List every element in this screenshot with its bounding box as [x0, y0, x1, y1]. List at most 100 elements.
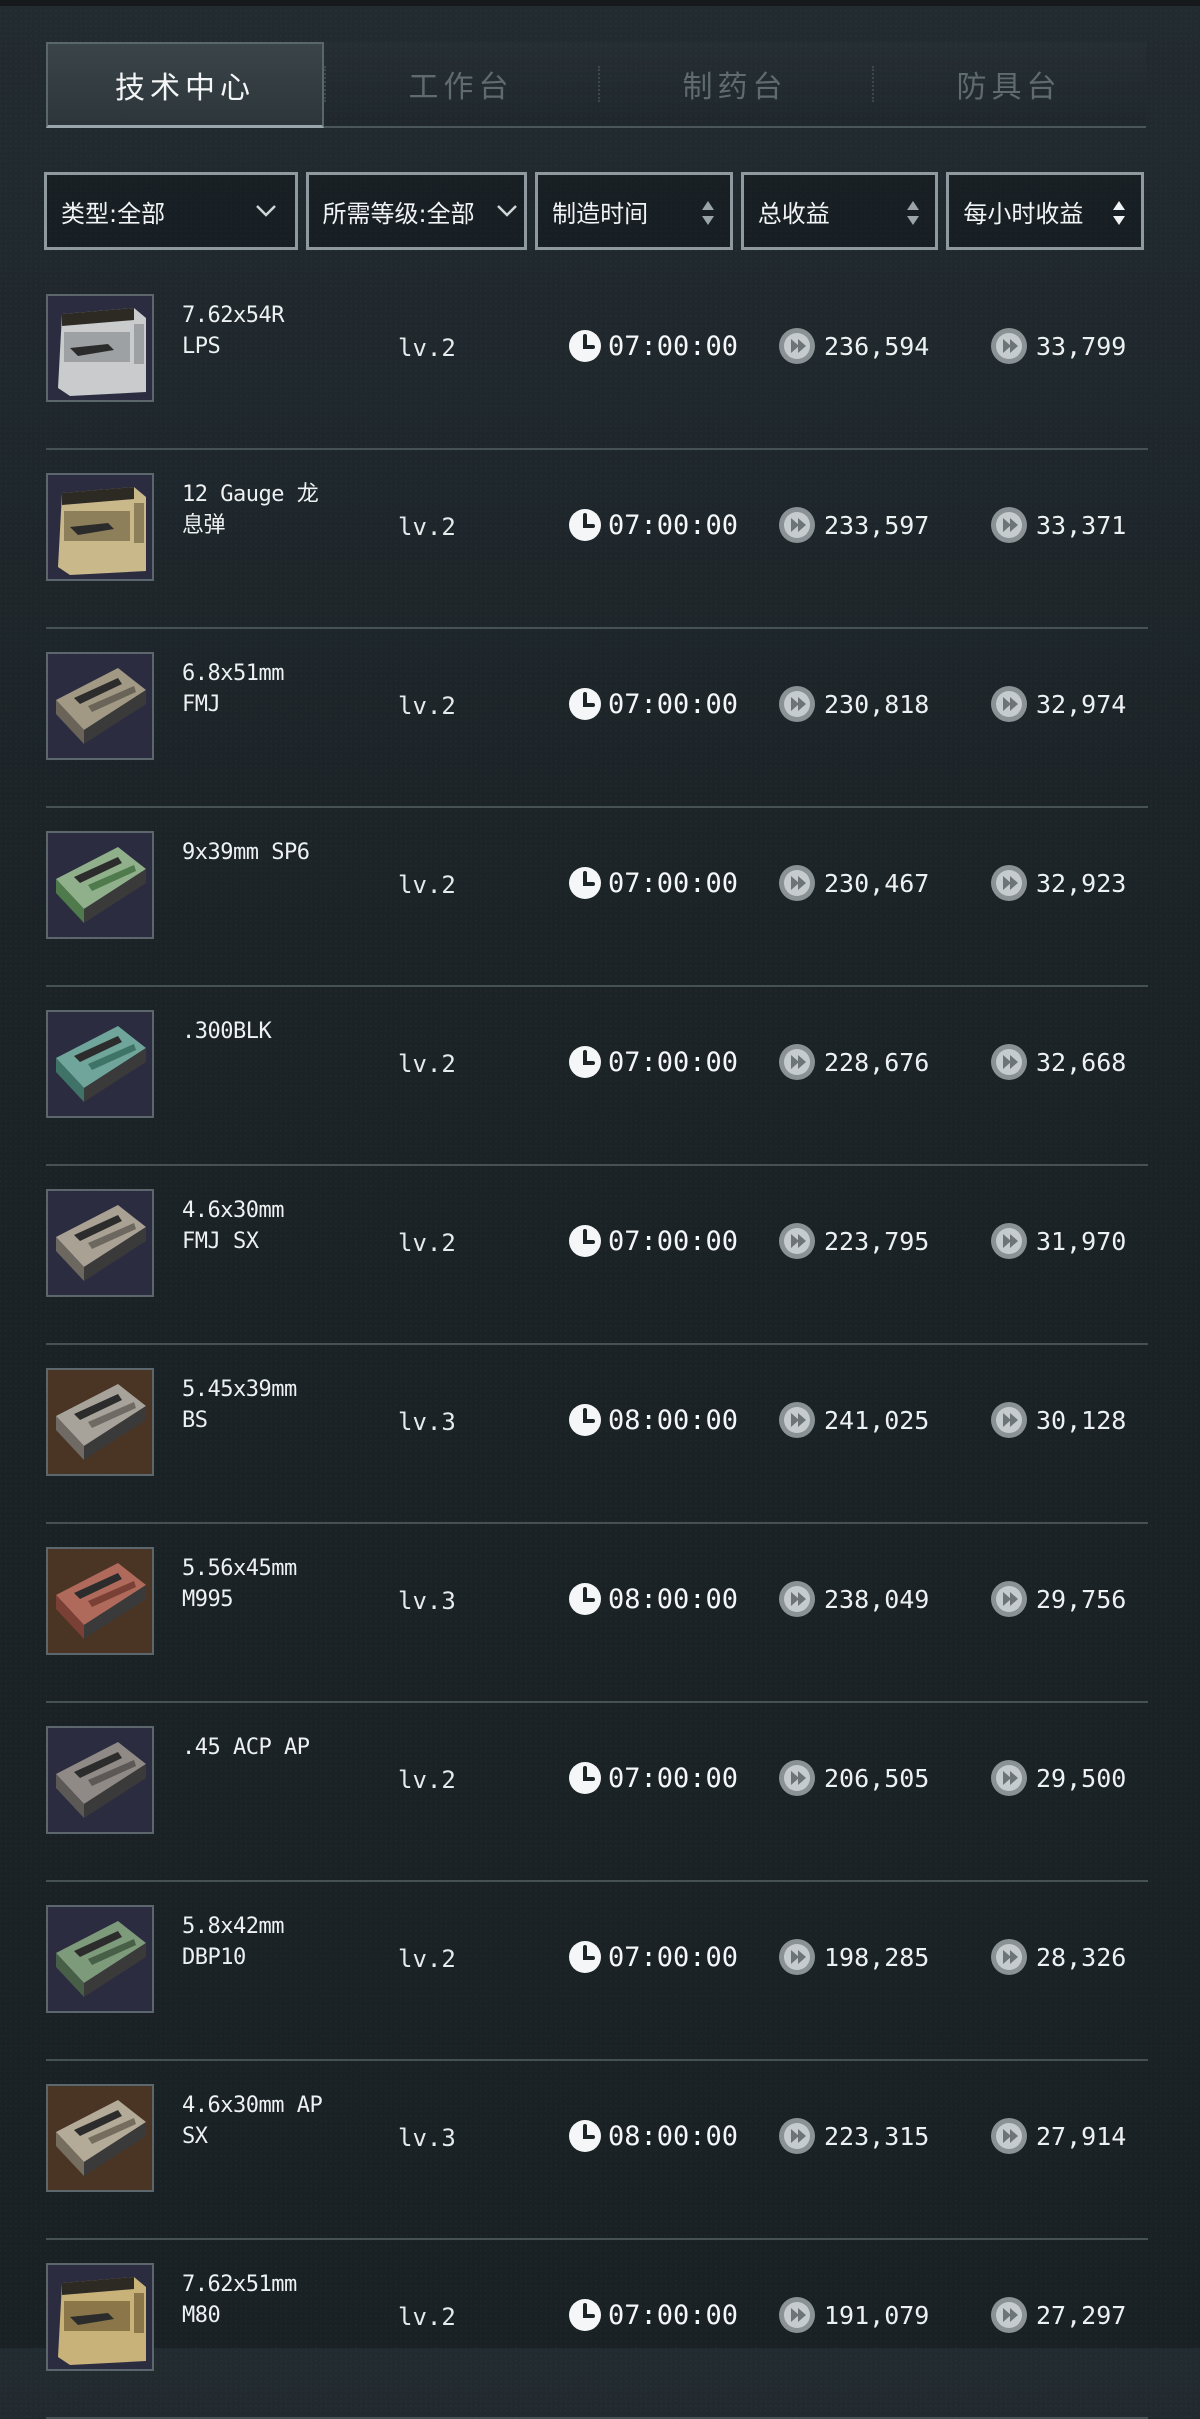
- total-profit-sort-button[interactable]: 总收益: [740, 172, 939, 250]
- craft-time: 08:00:00: [568, 2116, 738, 2156]
- hourly-profit-value: 29,756: [1036, 1584, 1127, 1614]
- large-box-icon: [48, 296, 152, 400]
- item-thumbnail[interactable]: [46, 1726, 154, 1834]
- item-thumbnail[interactable]: [46, 1547, 154, 1655]
- item-name: 6.8x51mm FMJ: [182, 661, 284, 717]
- table-row[interactable]: 4.6x30mm FMJ SX lv.2 07:00:00 223,795 31…: [46, 1165, 1148, 1345]
- item-thumbnail[interactable]: [46, 831, 154, 939]
- hourly-profit-sort-button[interactable]: 每小时收益: [946, 172, 1145, 250]
- hourly-profit-value: 30,128: [1036, 1405, 1127, 1435]
- hourly-profit: 28,326: [990, 1937, 1126, 1977]
- level-filter-label: 所需等级:全部: [322, 199, 475, 228]
- table-row[interactable]: 4.6x30mm AP SX lv.3 08:00:00 223,315 27,…: [46, 2060, 1148, 2240]
- table-row[interactable]: 12 Gauge 龙息弹 lv.2 07:00:00 233,597 33,37…: [46, 449, 1148, 629]
- hourly-profit: 29,500: [990, 1758, 1126, 1798]
- ammo-box-icon: [48, 1370, 152, 1474]
- coin-icon: [991, 1760, 1027, 1796]
- craft-time: 07:00:00: [568, 1937, 738, 1977]
- total-profit-value: 206,505: [824, 1763, 930, 1793]
- table-row[interactable]: 5.45x39mm BS lv.3 08:00:00 241,025 30,12…: [46, 1344, 1148, 1524]
- item-thumbnail[interactable]: [46, 1010, 154, 1118]
- clock-icon: [569, 1941, 601, 1973]
- item-thumbnail[interactable]: [46, 652, 154, 760]
- coin-icon: [991, 1402, 1027, 1438]
- sort-icon: [1113, 201, 1126, 225]
- item-name: 7.62x54R LPS: [182, 303, 284, 359]
- item-thumbnail[interactable]: [46, 294, 154, 402]
- coin-icon: [991, 1223, 1027, 1259]
- item-level: lv.2: [398, 1945, 456, 1973]
- item-name: .45 ACP AP: [182, 1735, 310, 1760]
- table-row[interactable]: 7.62x51mm M80 lv.2 07:00:00 191,079 27,2…: [46, 2239, 1148, 2419]
- clock-icon: [569, 1404, 601, 1436]
- item-thumbnail[interactable]: [46, 2263, 154, 2371]
- total-profit-value: 236,594: [824, 331, 930, 361]
- clock-icon: [569, 1046, 601, 1078]
- hourly-profit-value: 32,668: [1036, 1047, 1127, 1077]
- clock-icon: [569, 2120, 601, 2152]
- craft-time-value: 07:00:00: [608, 2299, 739, 2331]
- hourly-profit: 30,128: [990, 1400, 1126, 1440]
- item-name: 9x39mm SP6: [182, 840, 310, 865]
- chevron-down-icon: [497, 205, 517, 217]
- level-filter-dropdown[interactable]: 所需等级:全部: [305, 172, 528, 250]
- hourly-profit: 32,923: [990, 863, 1126, 903]
- ammo-box-icon: [48, 2086, 152, 2190]
- total-profit-value: 228,676: [824, 1047, 930, 1077]
- item-thumbnail[interactable]: [46, 1189, 154, 1297]
- hourly-profit: 27,914: [990, 2116, 1126, 2156]
- tab-0[interactable]: 技术中心: [46, 42, 324, 128]
- coin-icon: [779, 1760, 815, 1796]
- table-row[interactable]: 9x39mm SP6 lv.2 07:00:00 230,467 32,923: [46, 807, 1148, 987]
- hourly-profit-value: 31,970: [1036, 1226, 1127, 1256]
- total-profit-value: 233,597: [824, 510, 930, 540]
- table-row[interactable]: .45 ACP AP lv.2 07:00:00 206,505 29,500: [46, 1702, 1148, 1882]
- ammo-box-icon: [48, 1907, 152, 2011]
- item-name: 5.56x45mm M995: [182, 1556, 297, 1612]
- craft-time-value: 07:00:00: [608, 1941, 739, 1973]
- table-row[interactable]: 5.8x42mm DBP10 lv.2 07:00:00 198,285 28,…: [46, 1881, 1148, 2061]
- item-name: 5.8x42mm DBP10: [182, 1914, 284, 1970]
- craft-time: 07:00:00: [568, 684, 738, 724]
- craft-time-value: 07:00:00: [608, 1762, 739, 1794]
- table-row[interactable]: .300BLK lv.2 07:00:00 228,676 32,668: [46, 986, 1148, 1166]
- item-level: lv.2: [398, 334, 456, 362]
- total-profit: 230,467: [778, 863, 929, 903]
- item-thumbnail[interactable]: [46, 2084, 154, 2192]
- item-level: lv.2: [398, 1766, 456, 1794]
- tab-2[interactable]: 制药台: [598, 42, 872, 126]
- coin-icon: [991, 1581, 1027, 1617]
- craft-time-value: 07:00:00: [608, 688, 739, 720]
- item-level: lv.2: [398, 1050, 456, 1078]
- item-thumbnail[interactable]: [46, 1905, 154, 2013]
- item-level: lv.2: [398, 513, 456, 541]
- hourly-profit-value: 28,326: [1036, 1942, 1127, 1972]
- craft-time-sort-button[interactable]: 制造时间: [535, 172, 733, 250]
- hourly-profit-value: 29,500: [1036, 1763, 1127, 1793]
- item-name: 4.6x30mm FMJ SX: [182, 1198, 284, 1254]
- ammo-box-icon: [48, 1012, 152, 1116]
- craft-time-value: 08:00:00: [608, 1583, 739, 1615]
- hourly-profit-value: 32,974: [1036, 689, 1127, 719]
- table-row[interactable]: 5.56x45mm M995 lv.3 08:00:00 238,049 29,…: [46, 1523, 1148, 1703]
- clock-icon: [569, 2299, 601, 2331]
- type-filter-dropdown[interactable]: 类型:全部: [44, 172, 298, 250]
- coin-icon: [779, 686, 815, 722]
- item-thumbnail[interactable]: [46, 473, 154, 581]
- tab-1[interactable]: 工作台: [324, 42, 598, 126]
- item-thumbnail[interactable]: [46, 1368, 154, 1476]
- tab-3[interactable]: 防具台: [872, 42, 1146, 126]
- craft-time: 07:00:00: [568, 1221, 738, 1261]
- clock-icon: [569, 867, 601, 899]
- table-row[interactable]: 7.62x54R LPS lv.2 07:00:00 236,594 33,79…: [46, 270, 1148, 450]
- craft-time: 07:00:00: [568, 1758, 738, 1798]
- item-name: 12 Gauge 龙息弹: [182, 482, 319, 538]
- item-level: lv.2: [398, 692, 456, 720]
- total-profit: 223,795: [778, 1221, 929, 1261]
- table-row[interactable]: 6.8x51mm FMJ lv.2 07:00:00 230,818 32,97…: [46, 628, 1148, 808]
- hourly-profit: 33,799: [990, 326, 1126, 366]
- total-profit: 206,505: [778, 1758, 929, 1798]
- ammo-box-icon: [48, 833, 152, 937]
- total-profit-sort-label: 总收益: [757, 199, 830, 228]
- craft-time-value: 07:00:00: [608, 1225, 739, 1257]
